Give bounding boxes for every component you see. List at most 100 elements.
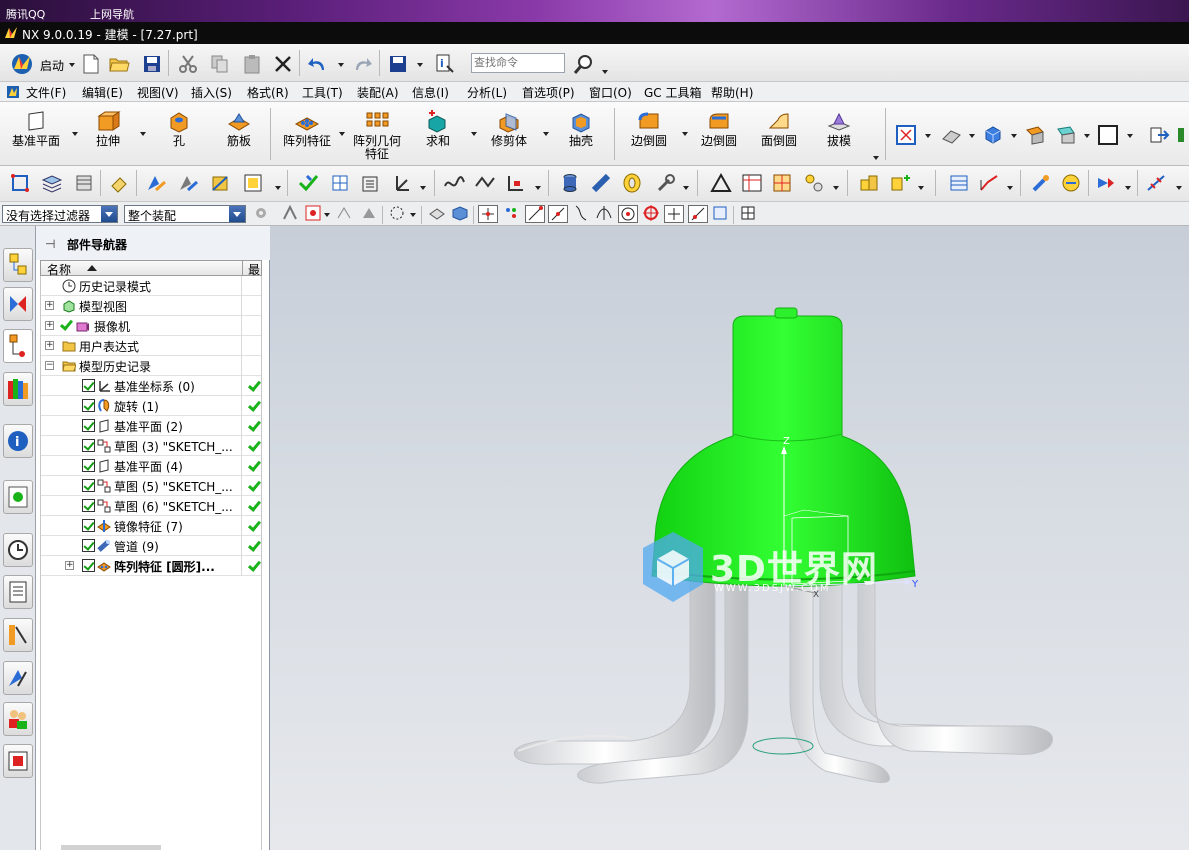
visual-effects-icon[interactable] [1060, 172, 1082, 194]
menu-tools[interactable]: 工具(T) [302, 84, 343, 101]
cylinder-icon[interactable] [559, 172, 581, 194]
tree-row-tube[interactable]: 管道 (9) [41, 536, 261, 556]
tree-row-pattern-feature[interactable]: + 阵列特征 [圆形]... [41, 556, 261, 576]
paste-icon[interactable] [241, 53, 263, 75]
visibility-checkbox[interactable] [82, 439, 95, 452]
save-options-icon[interactable] [387, 53, 409, 75]
chevron-down-icon[interactable] [338, 63, 344, 67]
grid-table-icon[interactable] [771, 172, 793, 194]
edge-blend-2-button[interactable]: 边倒圆 [690, 102, 748, 166]
start-button[interactable]: 启动 [8, 52, 76, 76]
chevron-down-icon[interactable] [1125, 186, 1131, 190]
menu-analysis[interactable]: 分析(L) [467, 84, 507, 101]
visibility-checkbox[interactable] [82, 399, 95, 412]
visibility-checkbox[interactable] [82, 499, 95, 512]
orient-view-icon[interactable] [940, 124, 962, 146]
chevron-down-icon[interactable] [417, 63, 423, 67]
snap-arc-center[interactable] [618, 205, 638, 223]
unite-button[interactable]: 求和 [412, 102, 464, 166]
snap-endpoint[interactable] [478, 205, 498, 223]
surface-icon[interactable] [948, 172, 970, 194]
tree-row-model-views[interactable]: + 模型视图 [41, 296, 261, 316]
menu-insert[interactable]: 插入(S) [191, 84, 232, 101]
menu-edit[interactable]: 编辑(E) [82, 84, 123, 101]
tree-row-datum-csys[interactable]: 基准坐标系 (0) [41, 376, 261, 396]
chevron-down-icon[interactable] [873, 156, 879, 160]
save-icon[interactable] [141, 53, 163, 75]
cut-icon[interactable] [177, 53, 199, 75]
paint-icon[interactable] [1030, 172, 1052, 194]
snap-point-on-curve[interactable] [664, 205, 684, 223]
menu-gc-toolkit[interactable]: GC 工具箱 [644, 84, 702, 101]
more-tools-icon[interactable] [1176, 124, 1189, 146]
triangle-icon[interactable] [710, 172, 732, 194]
datum-plane-button[interactable]: 基准平面 [4, 102, 68, 166]
redo-icon[interactable] [351, 53, 373, 75]
tree-row-sketch-3[interactable]: 草图 (3) "SKETCH_... [41, 436, 261, 456]
select-feature-icon[interactable] [281, 204, 299, 222]
rib-button[interactable]: 筋板 [210, 102, 268, 166]
measure-distance-icon[interactable] [329, 172, 351, 194]
tree-row-model-history[interactable]: − 模型历史记录 [41, 356, 261, 376]
horizontal-scrollbar[interactable] [61, 845, 161, 850]
chevron-down-icon[interactable] [140, 132, 146, 136]
chevron-down-icon[interactable] [918, 186, 924, 190]
chevron-down-icon[interactable] [324, 213, 330, 217]
dimension-icon[interactable] [1145, 172, 1167, 194]
constraint-navigator-tab[interactable] [3, 287, 33, 321]
menu-window[interactable]: 窗口(O) [589, 84, 632, 101]
menu-preferences[interactable]: 首选项(P) [522, 84, 575, 101]
visibility-checkbox[interactable] [82, 539, 95, 552]
tree-row-user-expressions[interactable]: + 用户表达式 [41, 336, 261, 356]
expand-icon[interactable]: + [45, 321, 54, 330]
torus-icon[interactable] [621, 172, 643, 194]
web-browser-tab[interactable] [3, 480, 33, 514]
draft-button[interactable]: 拔模 [810, 102, 868, 166]
fit-view-icon[interactable] [895, 124, 917, 146]
motion-icon[interactable] [1094, 172, 1116, 194]
info-icon[interactable]: i [434, 53, 456, 75]
chevron-down-icon[interactable] [420, 186, 426, 190]
tree-row-mirror-feature[interactable]: 镜像特征 (7) [41, 516, 261, 536]
filter-settings-icon[interactable] [252, 204, 270, 222]
system-scenes-tab[interactable] [3, 744, 33, 778]
edge-blend-button[interactable]: 边倒圆 [620, 102, 678, 166]
layer-settings-icon[interactable] [41, 172, 63, 194]
expand-icon[interactable]: + [65, 561, 74, 570]
menu-assembly[interactable]: 装配(A) [357, 84, 399, 101]
tree-row-history-mode[interactable]: 历史记录模式 [41, 276, 261, 296]
open-folder-icon[interactable] [108, 53, 130, 75]
select-solid-icon[interactable] [428, 204, 446, 222]
chevron-down-icon[interactable] [535, 186, 541, 190]
search-input[interactable] [471, 53, 565, 73]
graphics-window[interactable]: Z Y X [270, 226, 1189, 850]
tree-row-camera[interactable]: + 摄像机 [41, 316, 261, 336]
visibility-checkbox[interactable] [82, 459, 95, 472]
chevron-down-icon[interactable] [1007, 186, 1013, 190]
expand-icon[interactable]: + [45, 341, 54, 350]
menu-help[interactable]: 帮助(H) [711, 84, 753, 101]
desktop-item-nav[interactable]: 上网导航 [90, 6, 134, 22]
selection-filter-dropdown[interactable]: 没有选择过滤器 [2, 205, 118, 223]
system-materials-tab[interactable] [3, 702, 33, 736]
datum-csys-icon[interactable] [391, 172, 413, 194]
chevron-down-icon[interactable] [543, 132, 549, 136]
lasso-icon[interactable] [388, 204, 406, 222]
invert-show-icon[interactable] [209, 172, 231, 194]
snap-point-on-face[interactable] [688, 205, 708, 223]
expand-icon[interactable]: + [45, 301, 54, 310]
visibility-checkbox[interactable] [82, 559, 95, 572]
assembly-scope-dropdown[interactable]: 整个装配 [124, 205, 246, 223]
chevron-down-icon[interactable] [1011, 134, 1017, 138]
tube-icon[interactable] [590, 172, 612, 194]
chevron-down-icon[interactable] [1084, 134, 1090, 138]
sketch-curve-icon[interactable] [443, 172, 465, 194]
tree-row-sketch-5[interactable]: 草图 (5) "SKETCH_... [41, 476, 261, 496]
trim-body-button[interactable]: 修剪体 [480, 102, 538, 166]
tree-row-sketch-6[interactable]: 草图 (6) "SKETCH_... [41, 496, 261, 516]
chevron-down-icon[interactable] [1127, 134, 1133, 138]
object-display-icon[interactable] [242, 172, 264, 194]
snap-endpoint-line[interactable] [525, 205, 545, 223]
manufacturing-wizard-tab[interactable] [3, 618, 33, 652]
gears-icon[interactable] [803, 172, 825, 194]
